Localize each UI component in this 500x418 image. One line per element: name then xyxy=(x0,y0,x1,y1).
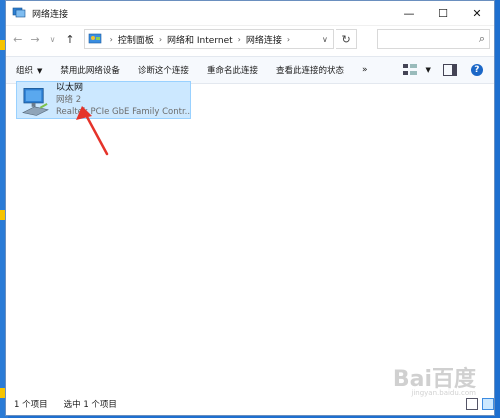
breadcrumb-network-connections[interactable]: 网络连接 xyxy=(246,33,282,46)
maximize-button[interactable]: ☐ xyxy=(426,1,460,25)
refresh-button[interactable]: ↻ xyxy=(335,29,358,49)
selected-count: 选中 1 个项目 xyxy=(63,400,117,410)
network-connections-icon xyxy=(12,7,26,18)
back-arrow-icon[interactable]: ← xyxy=(10,29,25,49)
watermark-logo: Bai百度 jingyan.baidu.com xyxy=(392,367,476,397)
breadcrumb-separator-icon: › xyxy=(158,34,163,44)
large-icons-view-icon[interactable] xyxy=(482,398,494,410)
minimize-button[interactable]: — xyxy=(392,1,426,25)
item-count: 1 个项目 xyxy=(14,400,48,410)
breadcrumb-control-panel[interactable]: 控制面板 xyxy=(118,33,154,46)
change-view-icon[interactable] xyxy=(403,64,418,76)
breadcrumb-network-internet[interactable]: 网络和 Internet xyxy=(167,33,233,46)
view-status-button[interactable]: 查看此连接的状态 xyxy=(276,64,344,76)
address-bar[interactable]: › 控制面板 › 网络和 Internet › 网络连接 › ∨ xyxy=(83,29,334,49)
search-input[interactable]: ⌕ xyxy=(377,29,491,49)
breadcrumb-separator-icon: › xyxy=(109,34,113,44)
search-icon: ⌕ xyxy=(478,32,486,45)
preview-pane-icon[interactable] xyxy=(442,64,457,76)
recent-locations-chevron-icon[interactable]: ∨ xyxy=(45,29,60,49)
window-title: 网络连接 xyxy=(32,9,69,20)
help-icon[interactable]: ? xyxy=(470,64,483,76)
close-button[interactable]: ✕ xyxy=(460,1,494,25)
chevron-down-icon: ▼ xyxy=(37,67,43,75)
control-panel-icon xyxy=(88,33,101,44)
navigation-bar: ← → ∨ ↑ › 控制面板 › 网络和 Internet › 网络连接 › ∨… xyxy=(6,26,494,52)
diagnose-connection-button[interactable]: 诊断这个连接 xyxy=(138,64,189,76)
organize-menu[interactable]: 组织 ▼ xyxy=(16,64,42,76)
title-bar[interactable]: 网络连接 — ☐ ✕ xyxy=(6,1,494,26)
details-view-icon[interactable] xyxy=(466,398,478,410)
up-arrow-icon[interactable]: ↑ xyxy=(62,29,77,49)
network-connections-window: 网络连接 — ☐ ✕ ← → ∨ ↑ › 控制面板 › 网络和 Internet… xyxy=(5,0,495,416)
command-bar: 组织 ▼ 禁用此网络设备 诊断这个连接 重命名此连接 查看此连接的状态 » ▼ ? xyxy=(6,56,494,84)
more-commands-button[interactable]: » xyxy=(362,65,368,75)
rename-connection-button[interactable]: 重命名此连接 xyxy=(207,64,258,76)
annotation-arrow xyxy=(76,106,109,156)
disable-device-button[interactable]: 禁用此网络设备 xyxy=(60,64,120,76)
forward-arrow-icon[interactable]: → xyxy=(27,29,42,49)
items-view[interactable]: 以太网 网络 2 Realtek PCIe GbE Family Contr..… xyxy=(6,81,494,393)
breadcrumb-separator-icon: › xyxy=(286,34,291,44)
breadcrumb-separator-icon: › xyxy=(237,34,241,44)
address-dropdown-chevron-icon[interactable]: ∨ xyxy=(317,30,333,48)
view-options-chevron-icon[interactable]: ▼ xyxy=(425,66,430,74)
